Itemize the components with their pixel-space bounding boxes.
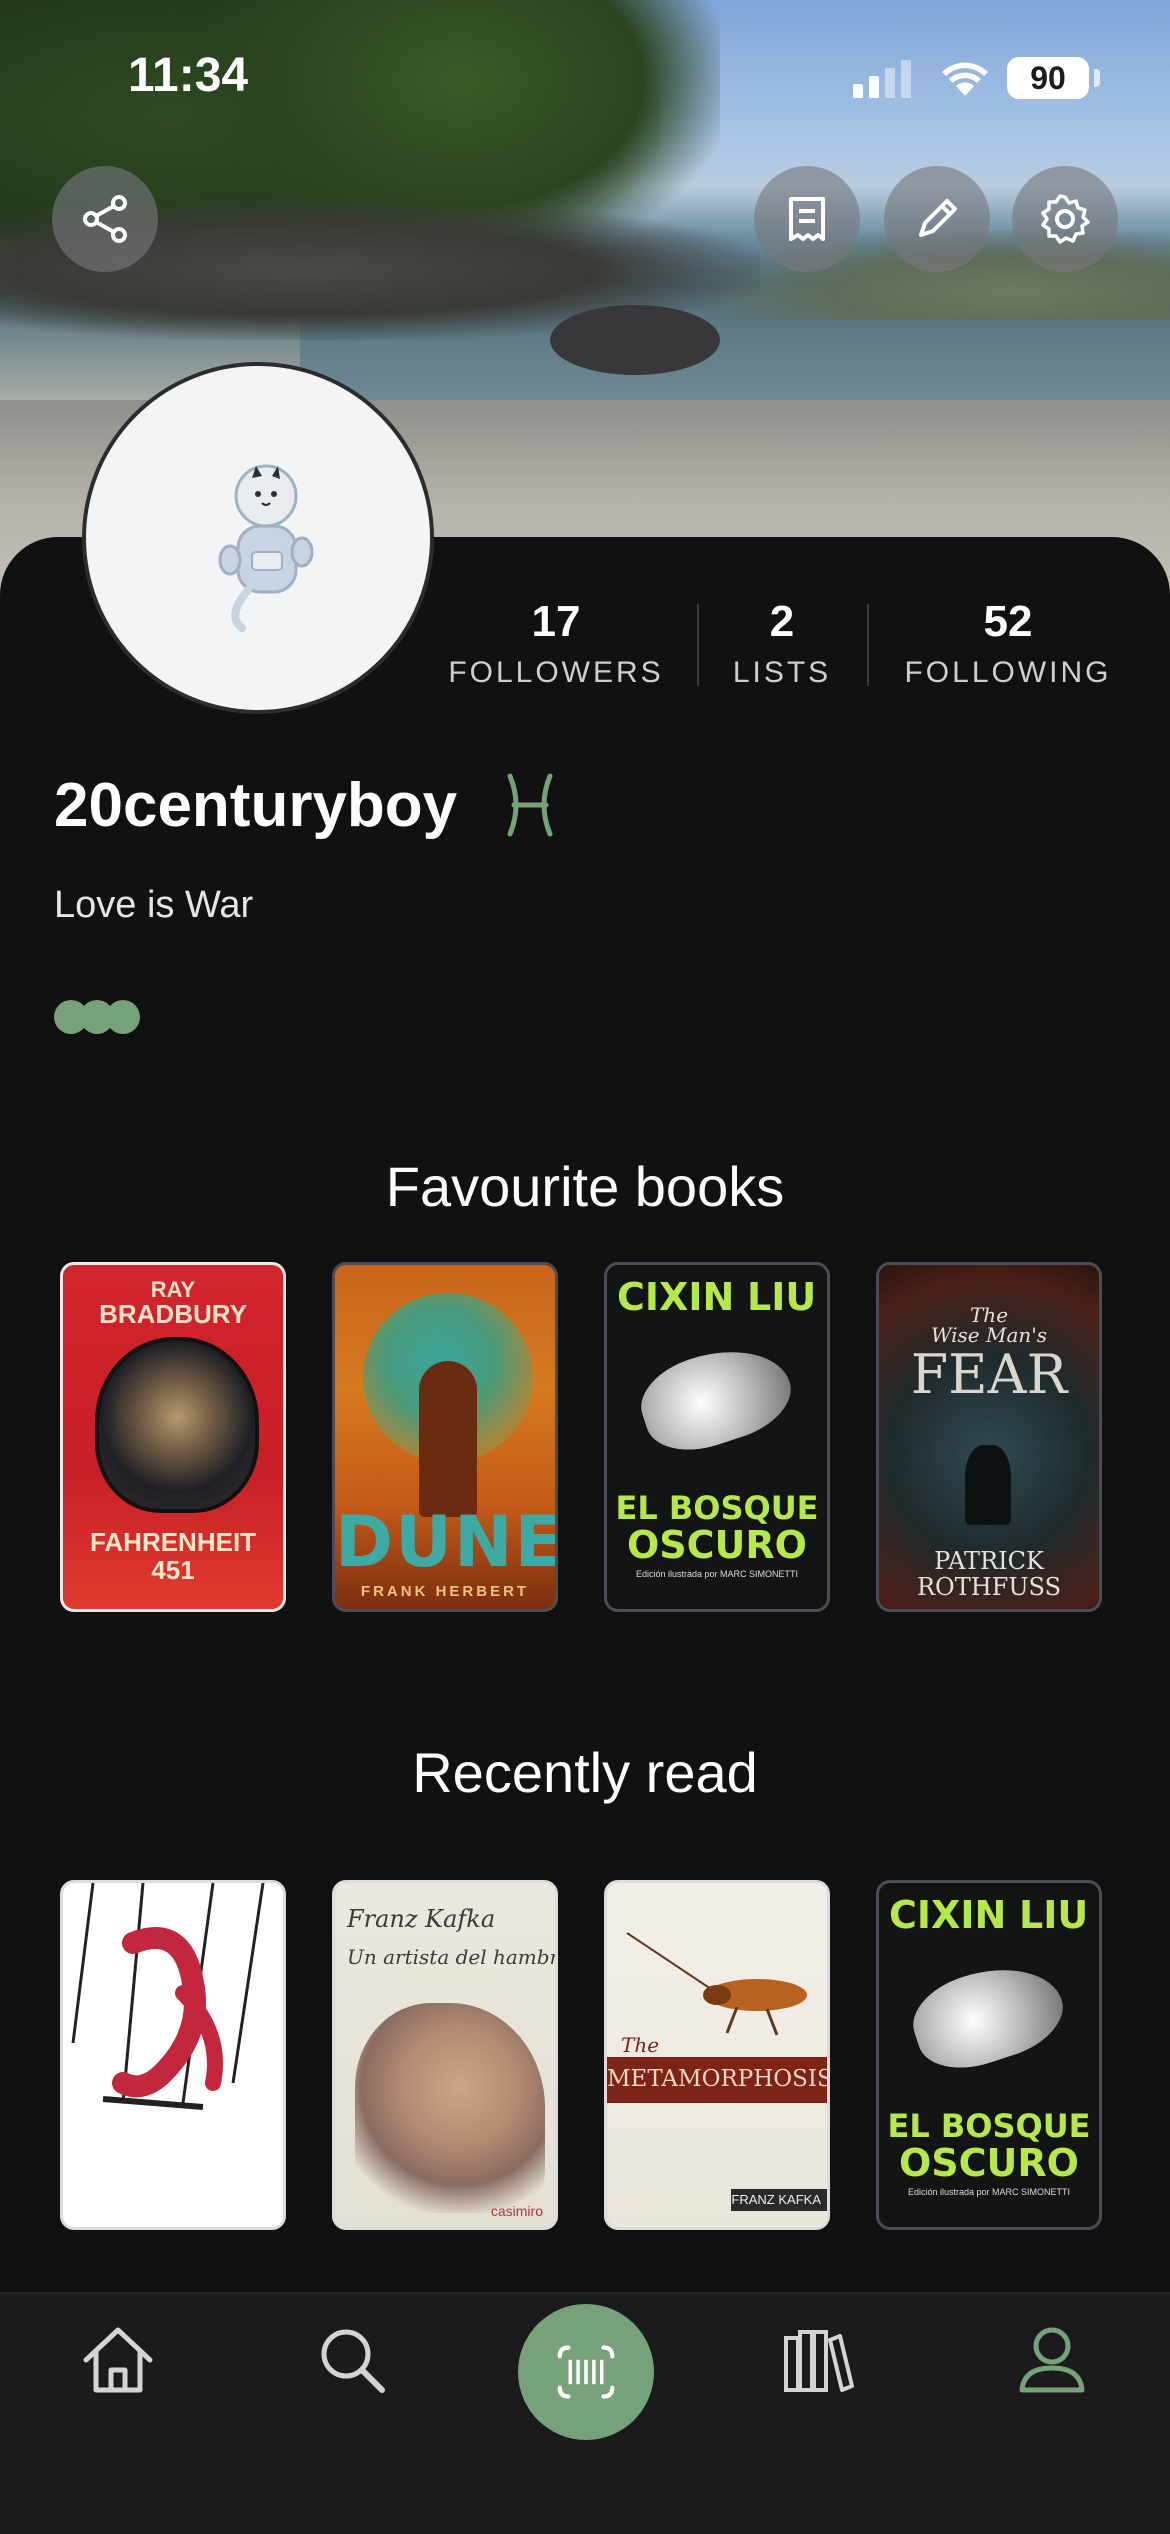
username: 20centuryboy — [54, 771, 458, 840]
receipt-icon — [789, 197, 825, 241]
book-author: LIU — [1019, 1893, 1089, 1937]
gear-icon — [1041, 194, 1090, 244]
avatar[interactable] — [82, 362, 434, 714]
book-author: FRANZ KAFKA — [731, 2192, 821, 2207]
more-options-button[interactable] — [54, 1000, 144, 1034]
search-icon — [321, 2329, 385, 2393]
stat-label: FOLLOWERS — [448, 656, 664, 689]
book-cover[interactable]: RAY BRADBURY FAHRENHEIT 451 — [60, 1262, 286, 1612]
book-publisher: casimiro — [490, 2203, 543, 2219]
status-time: 11:34 — [128, 49, 249, 102]
battery-cap — [1094, 69, 1100, 87]
wifi-icon — [942, 62, 988, 96]
cockroach-illustration — [626, 1932, 807, 2036]
portrait-illustration — [355, 2003, 545, 2213]
book-cover[interactable]: Franz Kafka Un artista del hambre casimi… — [332, 1880, 558, 2230]
book-title: EL BOSQUE — [887, 2107, 1091, 2145]
book-title: Un artista del hambre — [347, 1945, 558, 1969]
stat-followers[interactable]: 17 FOLLOWERS — [440, 594, 672, 696]
book-cover[interactable] — [60, 1880, 286, 2230]
battery-indicator: 90 — [1007, 57, 1089, 99]
section-title-recently-read: Recently read — [412, 1741, 758, 1804]
nav-home[interactable] — [78, 2320, 158, 2400]
book-subtitle: Edición ilustrada por MARC SIMONETTI — [635, 1569, 799, 1579]
stat-value: 17 — [531, 597, 581, 646]
book-cover[interactable]: The Wise Man's FEAR PATRICK ROTHFUSS — [876, 1262, 1102, 1612]
book-author: PATRICK — [934, 1547, 1044, 1575]
book-title: DUNE — [335, 1501, 558, 1583]
book-title: 451 — [151, 1555, 195, 1585]
stat-value: 52 — [983, 597, 1033, 646]
stat-lists[interactable]: 2 LISTS — [722, 594, 842, 696]
cat-astronaut-avatar-icon — [218, 464, 314, 632]
cellular-signal-icon — [853, 60, 911, 98]
profile-bio: Love is War — [54, 884, 254, 926]
dot — [106, 1000, 140, 1034]
barcode-scan-icon — [557, 2345, 615, 2399]
book-author: BRADBURY — [99, 1299, 247, 1329]
book-title: OSCURO — [899, 2141, 1079, 2185]
book-author: CIXIN — [617, 1275, 735, 1319]
book-title: FEAR — [910, 1343, 1068, 1406]
stat-divider — [867, 604, 869, 686]
profile-icon — [1019, 2327, 1085, 2393]
pencil-icon — [919, 199, 957, 237]
stat-value: 2 — [769, 597, 795, 646]
reading-log-button[interactable] — [754, 166, 860, 272]
edit-profile-button[interactable] — [884, 166, 990, 272]
stat-label: FOLLOWING — [904, 656, 1112, 689]
book-title: FAHRENHEIT — [89, 1527, 257, 1557]
nav-profile[interactable] — [1012, 2320, 1092, 2400]
stat-label: LISTS — [732, 656, 832, 689]
settings-button[interactable] — [1012, 166, 1118, 272]
nav-library[interactable] — [778, 2320, 858, 2400]
book-author: CIXIN — [889, 1893, 1007, 1937]
book-author: ROTHFUSS — [916, 1573, 1062, 1601]
stat-divider — [697, 604, 699, 686]
book-title-prefix: The — [621, 2033, 660, 2057]
nav-search[interactable] — [312, 2320, 392, 2400]
book-title: EL BOSQUE — [615, 1489, 819, 1527]
book-author: FRANK HERBERT — [360, 1583, 530, 1600]
book-author: LIU — [747, 1275, 817, 1319]
helmet-illustration — [95, 1337, 259, 1513]
figure-silhouette — [419, 1361, 477, 1517]
figure-silhouette — [965, 1445, 1011, 1525]
book-cover[interactable]: CIXIN LIU EL BOSQUE OSCURO Edición ilust… — [876, 1880, 1102, 2230]
scan-barcode-button[interactable] — [518, 2304, 654, 2440]
book-cover[interactable]: DUNE FRANK HERBERT — [332, 1262, 558, 1612]
acrobat-illustration — [71, 1883, 265, 2110]
book-author: Franz Kafka — [347, 1905, 496, 1933]
meteor-illustration — [902, 1950, 1074, 2082]
pisces-icon — [507, 773, 553, 837]
home-icon — [83, 2327, 153, 2393]
book-title: METAMORPHOSIS — [607, 2066, 830, 2092]
book-title: OSCURO — [627, 1523, 807, 1567]
share-icon — [83, 195, 127, 243]
book-subtitle: Edición ilustrada por MARC SIMONETTI — [907, 2187, 1071, 2197]
library-icon — [784, 2330, 854, 2392]
meteor-illustration — [630, 1332, 802, 1464]
book-cover[interactable]: CIXIN LIU EL BOSQUE OSCURO Edición ilust… — [604, 1262, 830, 1612]
stat-following[interactable]: 52 FOLLOWING — [892, 594, 1124, 696]
section-title-favourite-books: Favourite books — [385, 1155, 785, 1218]
book-cover[interactable]: The METAMORPHOSIS FRANZ KAFKA — [604, 1880, 830, 2230]
share-button[interactable] — [52, 166, 158, 272]
